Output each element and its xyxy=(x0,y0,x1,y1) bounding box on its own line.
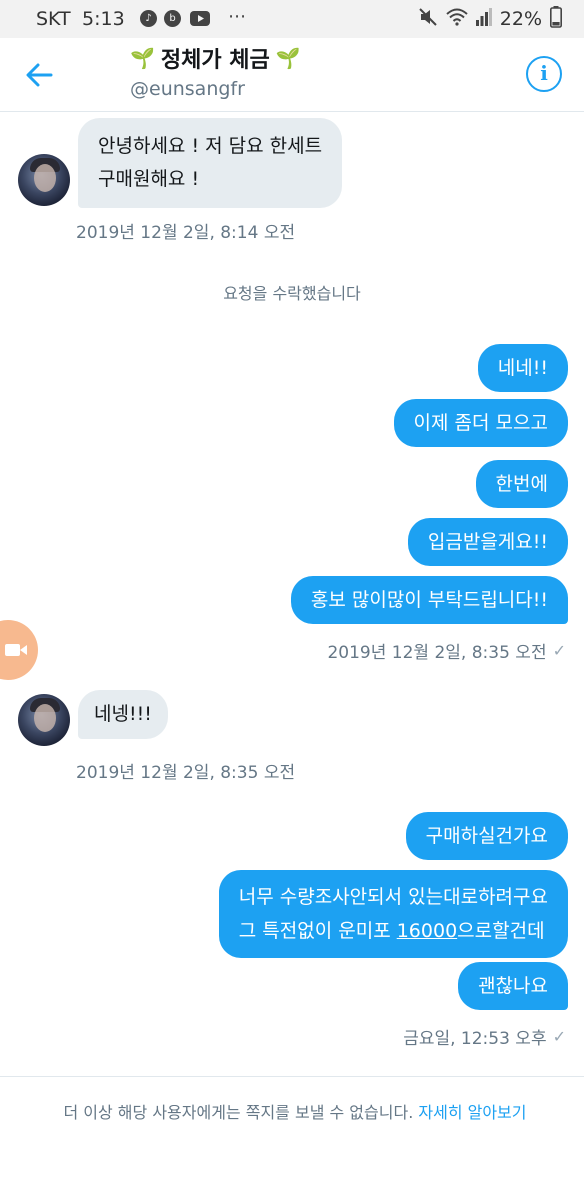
music-note-icon: ♪ xyxy=(140,10,157,27)
outgoing-message[interactable]: 홍보 많이많이 부탁드립니다!! xyxy=(290,576,568,624)
home-indicator xyxy=(178,1185,406,1191)
message-meta: 금요일, 12:53 오후 ✓ xyxy=(403,1024,566,1049)
video-camera-icon xyxy=(5,644,27,656)
notice-text: 더 이상 해당 사용자에게는 쪽지를 보낼 수 없습니다. 자세히 알아보기 xyxy=(63,1103,527,1122)
message-timestamp: 2019년 12월 2일, 8:35 오전 xyxy=(76,763,296,783)
contact-handle: @eunsangfr xyxy=(130,78,245,100)
display-name: 정체가 체금 xyxy=(160,48,270,73)
mute-icon xyxy=(418,7,438,31)
status-bar: SKT 5:13 ♪ b ⋯ 22% xyxy=(0,0,584,38)
b-app-icon: b xyxy=(164,10,181,27)
signal-icon xyxy=(475,8,492,30)
outgoing-message[interactable]: 입금받을게요!! xyxy=(407,518,568,566)
clock: 5:13 xyxy=(82,8,125,30)
message-line: 구매원해요 ! xyxy=(98,168,200,190)
outgoing-message[interactable]: 구매하실건가요 xyxy=(405,812,568,860)
battery-percent: 22% xyxy=(499,8,542,30)
messaging-disabled-notice: 더 이상 해당 사용자에게는 쪽지를 보낼 수 없습니다. 자세히 알아보기 xyxy=(0,1076,584,1200)
read-check-icon: ✓ xyxy=(552,1027,566,1046)
message-line: 안녕하세요 ! 저 담요 한세트 xyxy=(98,135,323,157)
incoming-message[interactable]: 네넹!!! xyxy=(78,690,168,739)
back-arrow-icon xyxy=(26,63,53,87)
youtube-icon xyxy=(190,11,210,26)
wifi-icon xyxy=(446,8,468,30)
avatar[interactable] xyxy=(18,154,70,206)
sprout-icon: 🌱 xyxy=(130,46,155,70)
outgoing-message[interactable]: 너무 수량조사안되서 있는대로하려구요 그 특전없이 운미포 16000으로할건… xyxy=(218,870,568,958)
contact-info[interactable]: 🌱 정체가 체금 🌱 @eunsangfr xyxy=(130,42,301,100)
price-text: 16000 xyxy=(396,920,458,942)
message-line: 그 특전없이 운미포 16000으로할건데 xyxy=(238,920,545,942)
carrier-label: SKT xyxy=(36,8,71,30)
message-meta: 2019년 12월 2일, 8:35 오전 ✓ xyxy=(327,638,566,663)
more-notifications-icon: ⋯ xyxy=(228,6,247,27)
video-call-button[interactable] xyxy=(0,620,38,680)
conversation-header: 🌱 정체가 체금 🌱 @eunsangfr i xyxy=(0,38,584,112)
battery-icon xyxy=(550,6,562,32)
system-message: 요청을 수락했습니다 xyxy=(223,284,361,303)
outgoing-message[interactable]: 네네!! xyxy=(477,344,568,392)
info-button[interactable]: i xyxy=(526,56,562,92)
outgoing-message[interactable]: 한번에 xyxy=(475,460,568,508)
message-line: 너무 수량조사안되서 있는대로하려구요 xyxy=(238,886,548,908)
learn-more-link[interactable]: 자세히 알아보기 xyxy=(418,1103,526,1122)
incoming-message[interactable]: 안녕하세요 ! 저 담요 한세트 구매원해요 ! xyxy=(78,118,343,208)
message-timestamp: 2019년 12월 2일, 8:14 오전 xyxy=(76,223,296,243)
message-timestamp: 2019년 12월 2일, 8:35 오전 xyxy=(327,643,547,663)
back-button[interactable] xyxy=(22,58,56,92)
contact-name: 🌱 정체가 체금 🌱 xyxy=(130,42,301,74)
avatar[interactable] xyxy=(18,694,70,746)
outgoing-message[interactable]: 이제 좀더 모으고 xyxy=(393,399,568,447)
sprout-icon: 🌱 xyxy=(275,46,301,70)
outgoing-message[interactable]: 괜찮나요 xyxy=(458,962,568,1010)
message-timestamp: 금요일, 12:53 오후 xyxy=(403,1029,547,1049)
read-check-icon: ✓ xyxy=(552,641,566,660)
